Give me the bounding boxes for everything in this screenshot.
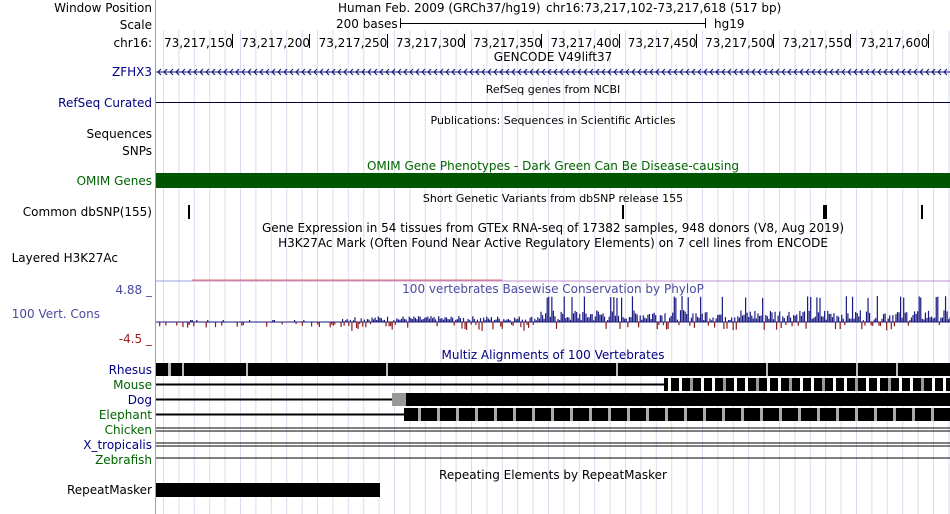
snp-marker[interactable] [823,205,827,219]
ruler-tick-label: 73,217,500 [705,36,774,50]
multiz-species-xtropicalis[interactable]: X_tropicalis [0,438,152,452]
gencode-gene-feature[interactable] [156,66,950,78]
h3k27ac-track-title: H3K27Ac Mark (Often Found Near Active Re… [278,236,828,250]
omim-track-title: OMIM Gene Phenotypes - Dark Green Can Be… [366,159,740,173]
repeatmasker-track-label[interactable]: RepeatMasker [0,483,152,497]
gtex-track-title: Gene Expression in 54 tissues from GTEx … [261,221,845,235]
h3k27ac-track-label[interactable]: Layered H3K27Ac [0,251,118,265]
multiz-species-chicken[interactable]: Chicken [0,423,152,437]
publications-track-label[interactable]: Sequences [0,127,152,141]
repeatmasker-track-title: Repeating Elements by RepeatMasker [439,468,667,482]
gencode-track-title: GENCODE V49lift37 [493,50,613,64]
multiz-species-rhesus[interactable]: Rhesus [0,363,152,377]
snp-marker[interactable] [188,205,190,219]
ruler-tick-label: 73,217,600 [859,36,929,50]
omim-track-label[interactable]: OMIM Genes [0,174,152,188]
snp-marker[interactable] [622,205,624,219]
phylop-min-label: -4.5 _ [118,332,152,346]
chrom-label: chr16: [113,36,152,50]
dbsnp-track-label[interactable]: Common dbSNP(155) [0,205,152,219]
ruler-tick-label: 73,217,250 [318,36,388,50]
publications-track-title: Publications: Sequences in Scientific Ar… [430,114,676,127]
ruler-tick-label: 73,217,200 [241,36,311,50]
refseq-track-label[interactable]: RefSeq Curated [0,96,152,110]
ruler-tick-label: 73,217,550 [782,36,852,50]
scale-bar-db: hg19 [714,17,745,31]
snp-marker[interactable] [921,205,923,219]
ruler-tick-label: 73,217,400 [550,36,620,50]
scale-label: Scale [119,18,152,32]
refseq-gene-line[interactable] [156,102,950,103]
gencode-gene-label[interactable]: ZFHX3 [0,65,152,79]
omim-gene-bar[interactable] [156,173,950,188]
assembly-text: Human Feb. 2009 (GRCh37/hg19) [338,1,541,15]
dbsnp-track-title: Short Genetic Variants from dbSNP releas… [422,192,684,205]
multiz-track-title: Multiz Alignments of 100 Vertebrates [441,348,665,362]
ruler-tick-label: 73,217,300 [395,36,465,50]
phylop-conservation-plot[interactable] [156,291,950,345]
scale-bar-text: 200 bases [336,17,398,31]
window-position-label: Window Position [54,1,152,15]
phylop-max-label: 4.88 _ [115,283,152,297]
multiz-species-dog[interactable]: Dog [0,393,152,407]
multiz-species-elephant[interactable]: Elephant [0,408,152,422]
scale-bar [400,18,706,28]
ruler-tick-label: 73,217,150 [164,36,233,50]
phylop-track-label[interactable]: 100 Vert. Cons [0,307,100,321]
snps-publication-label[interactable]: SNPs [0,144,152,158]
ruler-tick-label: 73,217,450 [627,36,697,50]
position-text: chr16:73,217,102-73,217,618 (517 bp) [546,1,782,15]
multiz-species-zebrafish[interactable]: Zebrafish [0,453,152,467]
ruler-tick-label: 73,217,350 [473,36,542,50]
multiz-species-mouse[interactable]: Mouse [0,378,152,392]
repeat-element[interactable] [156,483,380,497]
multiz-alignment-blocks[interactable] [156,362,950,467]
refseq-track-title: RefSeq genes from NCBI [485,83,621,96]
